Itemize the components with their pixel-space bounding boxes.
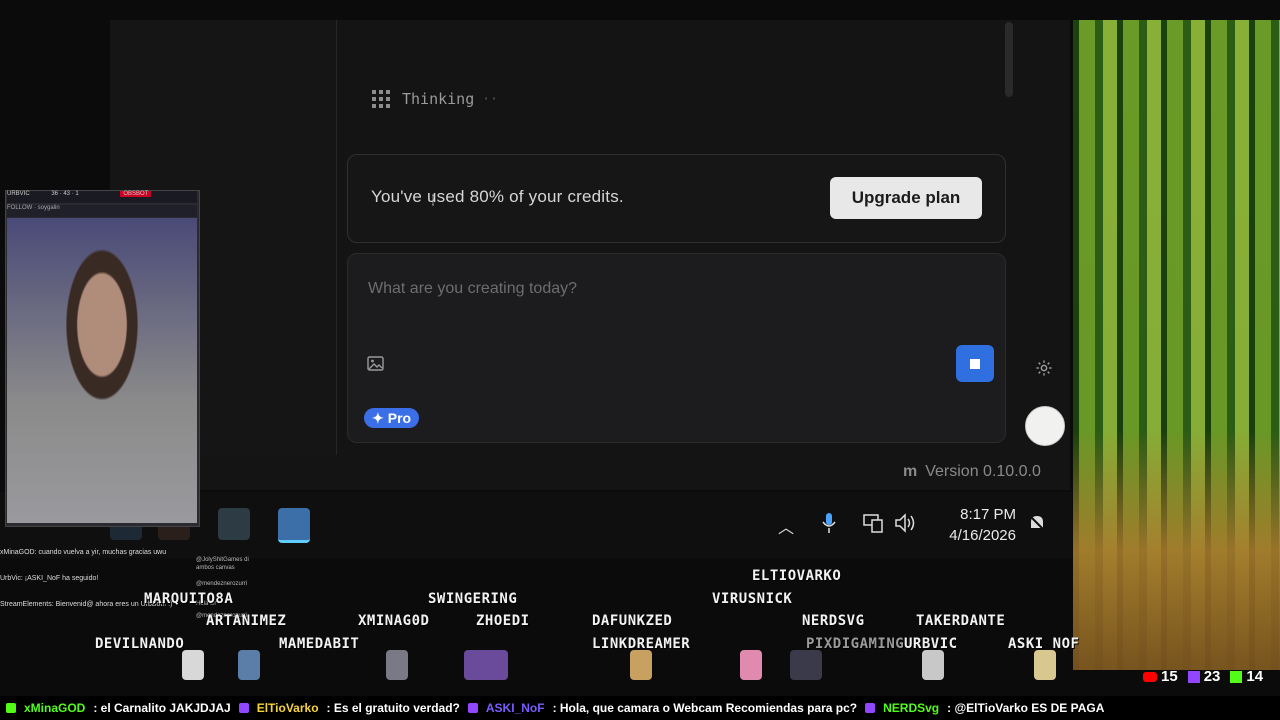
text-cursor-icon bbox=[432, 194, 434, 206]
webcam-channel: URBVIC bbox=[7, 191, 30, 197]
viewer-name: SWINGERING bbox=[428, 591, 518, 607]
viewer-sprite bbox=[790, 650, 822, 680]
kick-icon bbox=[1230, 670, 1243, 683]
chat-side-line: @JolyShitGames di ambos canvas bbox=[196, 557, 249, 571]
ticker-message: : Es el gratuito verdad? bbox=[326, 701, 460, 715]
prompt-input[interactable] bbox=[366, 276, 970, 302]
youtube-count: 15 bbox=[1161, 668, 1178, 685]
version-label: m Version 0.10.0.0 bbox=[903, 463, 1041, 481]
grid-icon bbox=[372, 90, 390, 108]
viewer-name: ELTIOVARKO bbox=[752, 568, 842, 584]
webcam-badge: OBSBOT bbox=[120, 191, 152, 197]
ticker-user: ASKI_NoF bbox=[485, 701, 545, 715]
webcam-stats: 36 · 43 · 1 bbox=[51, 191, 79, 197]
viewer-sprite bbox=[182, 650, 204, 680]
viewer-name: ZHOEDI bbox=[476, 613, 530, 629]
ticker-message: : @ElTioVarko ES DE PAGA bbox=[947, 701, 1105, 715]
app-logo: m bbox=[903, 463, 918, 480]
viewer-name: TAKERDANTE bbox=[916, 613, 1006, 629]
twitch-icon bbox=[238, 703, 249, 713]
clock-date[interactable]: 4/16/2026 bbox=[930, 527, 1016, 544]
sparkle-icon: ✦ bbox=[372, 409, 384, 426]
user-avatar[interactable] bbox=[1025, 406, 1065, 446]
viewer-sprite bbox=[922, 650, 944, 680]
thinking-indicator: Thinking ·· bbox=[372, 90, 498, 108]
thinking-label: Thinking bbox=[402, 90, 475, 108]
version-text: Version 0.10.0.0 bbox=[925, 463, 1041, 480]
viewer-name: MARQUITO8A bbox=[144, 591, 234, 607]
ticker-user: ElTioVarko bbox=[256, 701, 319, 715]
credits-message: You've used 80% of your credits. bbox=[371, 187, 624, 206]
viewer-name: DAFUNKZED bbox=[592, 613, 673, 629]
viewer-name: ARTANIMEZ bbox=[206, 613, 287, 629]
thinking-dots: ·· bbox=[482, 91, 498, 107]
twitch-icon bbox=[467, 703, 478, 713]
microphone-icon[interactable] bbox=[822, 512, 836, 534]
clock-time[interactable]: 8:17 PM bbox=[940, 506, 1016, 523]
ticker-user: xMinaGOD bbox=[24, 701, 86, 715]
webcam-follow: FOLLOW · soygalin bbox=[7, 205, 197, 217]
kick-icon bbox=[6, 703, 16, 713]
viewer-sprite bbox=[630, 650, 652, 680]
chevron-up-icon[interactable]: ︿ bbox=[778, 514, 794, 538]
viewer-name: NERDSVG bbox=[802, 613, 865, 629]
twitch-icon bbox=[865, 703, 876, 713]
viewer-name: VIRUSNICK bbox=[712, 591, 793, 607]
chat-side-line: @mendeznerozurri bbox=[196, 581, 248, 587]
pro-badge[interactable]: ✦ Pro bbox=[364, 408, 420, 428]
youtube-icon bbox=[1143, 671, 1157, 682]
volume-icon[interactable] bbox=[894, 512, 918, 534]
streamer-webcam bbox=[7, 218, 197, 523]
taskbar-app-icon[interactable] bbox=[218, 508, 250, 540]
scrollbar-thumb[interactable] bbox=[1005, 22, 1013, 97]
stop-button[interactable] bbox=[956, 345, 994, 382]
kick-count: 14 bbox=[1246, 668, 1264, 685]
twitch-icon bbox=[1187, 670, 1200, 683]
stop-icon bbox=[970, 358, 980, 369]
ticker-user: NERDSvg bbox=[883, 701, 940, 715]
twitch-count: 23 bbox=[1203, 668, 1221, 685]
notification-icon[interactable] bbox=[1026, 512, 1048, 534]
ticker-message: : el Carnalito JAKJDJAJ bbox=[93, 701, 231, 715]
webcam-header: URBVIC 36 · 43 · 1 OBSBOT bbox=[7, 191, 197, 203]
viewer-counters: 15 23 14 bbox=[1143, 668, 1263, 685]
gear-icon[interactable] bbox=[1035, 359, 1053, 377]
viewer-sprite bbox=[1034, 650, 1056, 680]
pro-label: Pro bbox=[387, 410, 412, 426]
ticker-message: : Hola, que camara o Webcam Recomiendas … bbox=[552, 701, 858, 715]
viewer-sprite bbox=[238, 650, 260, 680]
viewer-name: MAMEDABIT bbox=[279, 636, 360, 652]
image-icon[interactable] bbox=[367, 356, 384, 371]
chat-side: @JolyShitGames di ambos canvas @mendezne… bbox=[196, 556, 258, 620]
viewer-name: PIXDIGAMING bbox=[806, 636, 905, 652]
viewer-sprite bbox=[464, 650, 508, 680]
taskbar-app-active[interactable] bbox=[278, 508, 310, 543]
viewer-name: DEVILNANDO bbox=[95, 636, 185, 652]
viewer-sprite bbox=[386, 650, 408, 680]
upgrade-plan-button[interactable]: Upgrade plan bbox=[830, 177, 982, 219]
viewer-name: XMINAG0D bbox=[358, 613, 430, 629]
viewer-sprite bbox=[740, 650, 762, 680]
chat-ticker: xMinaGOD : el Carnalito JAKJDJAJ ElTioVa… bbox=[0, 696, 1280, 720]
network-icon[interactable] bbox=[862, 512, 884, 534]
bamboo-ground bbox=[1073, 430, 1280, 670]
